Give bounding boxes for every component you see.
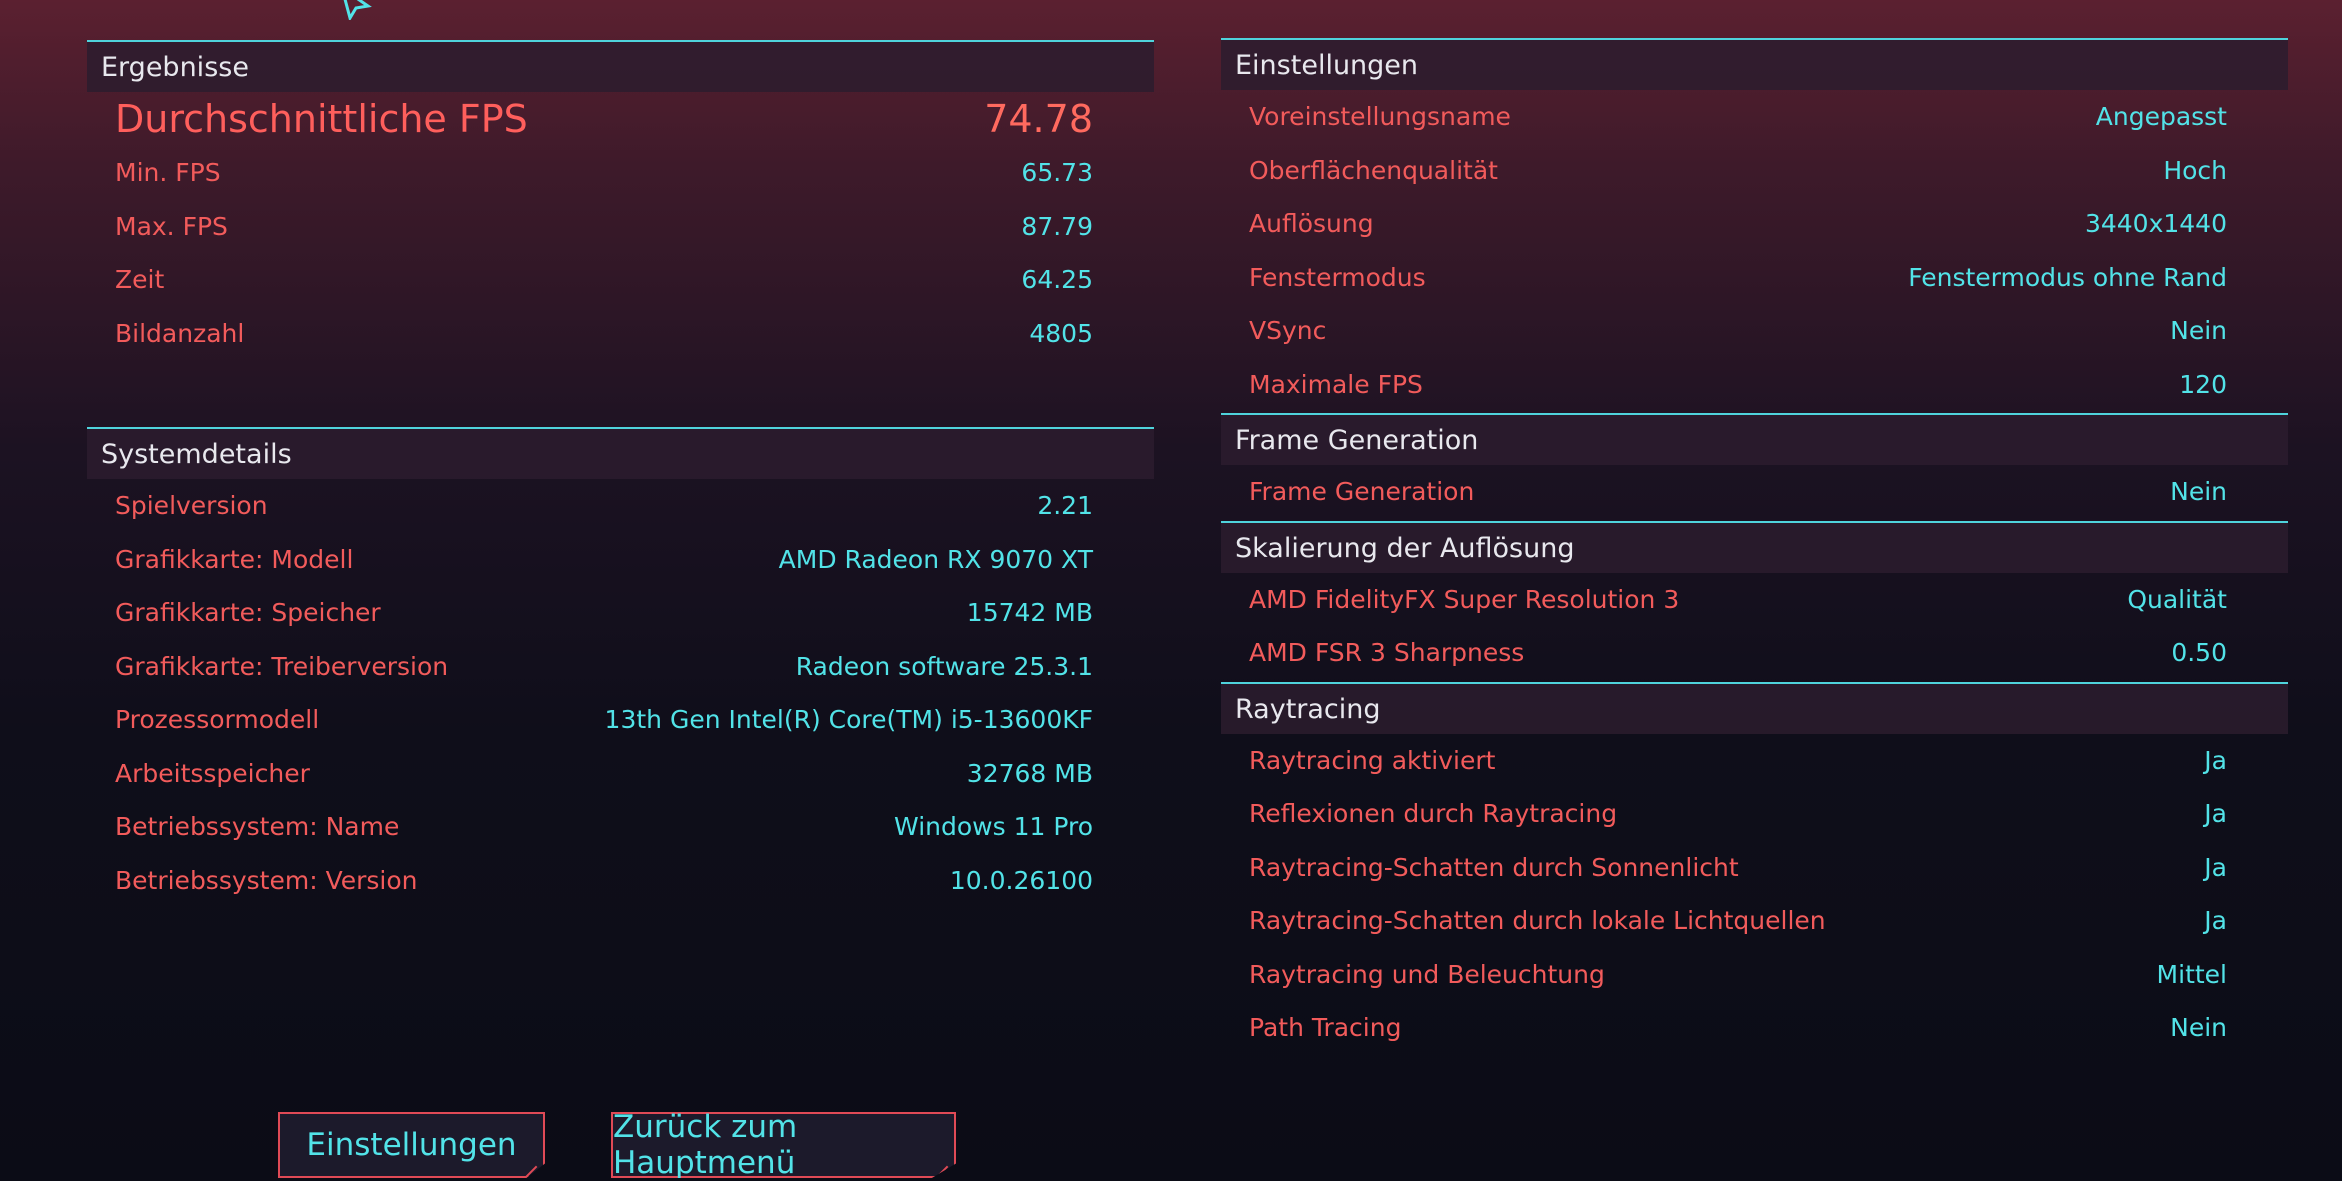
settings-row-preset: Voreinstellungsname Angepasst xyxy=(1221,90,2288,144)
settings-value: Nein xyxy=(2170,316,2227,346)
result-row-time: Zeit 64.25 xyxy=(87,253,1154,307)
settings-value: Ja xyxy=(2204,799,2227,829)
result-row-frame-count: Bildanzahl 4805 xyxy=(87,307,1154,361)
settings-value: Nein xyxy=(2170,1013,2227,1043)
system-label: Betriebssystem: Version xyxy=(115,865,418,895)
system-value: 2.21 xyxy=(1037,491,1093,521)
settings-label: AMD FidelityFX Super Resolution 3 xyxy=(1249,584,1680,614)
raytracing-row-reflections: Reflexionen durch Raytracing Ja xyxy=(1221,787,2288,841)
settings-label: Maximale FPS xyxy=(1249,369,1423,399)
result-value: 4805 xyxy=(1029,318,1093,348)
result-value: 64.25 xyxy=(1021,265,1093,295)
avg-fps-label: Durchschnittliche FPS xyxy=(115,97,528,141)
result-value: 65.73 xyxy=(1021,158,1093,188)
system-label: Grafikkarte: Speicher xyxy=(115,598,381,628)
scaling-row-fsr3-sharpness: AMD FSR 3 Sharpness 0.50 xyxy=(1221,626,2288,680)
system-row-os-version: Betriebssystem: Version 10.0.26100 xyxy=(87,854,1154,908)
system-value: 32768 MB xyxy=(966,758,1093,788)
settings-label: Raytracing und Beleuchtung xyxy=(1249,959,1605,989)
settings-value: 120 xyxy=(2179,369,2227,399)
system-label: Spielversion xyxy=(115,491,268,521)
results-panel: Ergebnisse Durchschnittliche FPS 74.78 M… xyxy=(87,40,1154,360)
settings-label: Path Tracing xyxy=(1249,1013,1402,1043)
raytracing-row-lighting: Raytracing und Beleuchtung Mittel xyxy=(1221,948,2288,1002)
system-row-gpu-model: Grafikkarte: Modell AMD Radeon RX 9070 X… xyxy=(87,533,1154,587)
settings-panel: Einstellungen Voreinstellungsname Angepa… xyxy=(1221,38,2288,1055)
back-to-main-menu-button[interactable]: Zurück zum Hauptmenü xyxy=(611,1112,956,1178)
system-value: 13th Gen Intel(R) Core(TM) i5-13600KF xyxy=(604,705,1093,735)
settings-label: VSync xyxy=(1249,316,1327,346)
settings-value: 0.50 xyxy=(2171,638,2227,668)
avg-fps-value: 74.78 xyxy=(984,97,1093,141)
system-value: Windows 11 Pro xyxy=(894,812,1093,842)
system-row-game-version: Spielversion 2.21 xyxy=(87,479,1154,533)
system-details-header: Systemdetails xyxy=(87,427,1154,479)
settings-label: Reflexionen durch Raytracing xyxy=(1249,799,1618,829)
system-row-cpu-model: Prozessormodell 13th Gen Intel(R) Core(T… xyxy=(87,693,1154,747)
settings-value: Nein xyxy=(2170,477,2227,507)
system-label: Arbeitsspeicher xyxy=(115,758,310,788)
settings-label: AMD FSR 3 Sharpness xyxy=(1249,638,1525,668)
system-row-os-name: Betriebssystem: Name Windows 11 Pro xyxy=(87,800,1154,854)
settings-value: Ja xyxy=(2204,745,2227,775)
result-value: 87.79 xyxy=(1021,211,1093,241)
settings-row-vsync: VSync Nein xyxy=(1221,304,2288,358)
settings-label: Fenstermodus xyxy=(1249,262,1426,292)
raytracing-row-enabled: Raytracing aktiviert Ja xyxy=(1221,734,2288,788)
system-row-gpu-driver: Grafikkarte: Treiberversion Radeon softw… xyxy=(87,640,1154,694)
settings-value: Qualität xyxy=(2127,584,2227,614)
scaling-row-fsr3: AMD FidelityFX Super Resolution 3 Qualit… xyxy=(1221,573,2288,627)
settings-button[interactable]: Einstellungen xyxy=(278,1112,545,1178)
raytracing-header: Raytracing xyxy=(1221,681,2288,734)
settings-label: Raytracing-Schatten durch lokale Lichtqu… xyxy=(1249,906,1826,936)
settings-header: Einstellungen xyxy=(1221,38,2288,90)
settings-label: Raytracing-Schatten durch Sonnenlicht xyxy=(1249,852,1739,882)
raytracing-row-local-shadows: Raytracing-Schatten durch lokale Lichtqu… xyxy=(1221,894,2288,948)
settings-label: Raytracing aktiviert xyxy=(1249,745,1496,775)
result-label: Min. FPS xyxy=(115,158,221,188)
result-label: Max. FPS xyxy=(115,211,228,241)
settings-row-window-mode: Fenstermodus Fenstermodus ohne Rand xyxy=(1221,251,2288,305)
system-label: Prozessormodell xyxy=(115,705,320,735)
settings-row-resolution: Auflösung 3440x1440 xyxy=(1221,197,2288,251)
settings-row-max-fps: Maximale FPS 120 xyxy=(1221,358,2288,412)
system-row-ram: Arbeitsspeicher 32768 MB xyxy=(87,747,1154,801)
results-header: Ergebnisse xyxy=(87,40,1154,92)
settings-value: Fenstermodus ohne Rand xyxy=(1908,262,2227,292)
system-label: Betriebssystem: Name xyxy=(115,812,400,842)
cursor-arrow-icon xyxy=(343,0,372,20)
system-value: AMD Radeon RX 9070 XT xyxy=(778,544,1093,574)
system-label: Grafikkarte: Treiberversion xyxy=(115,651,449,681)
system-row-gpu-memory: Grafikkarte: Speicher 15742 MB xyxy=(87,586,1154,640)
result-label: Zeit xyxy=(115,265,165,295)
settings-row-texture-quality: Oberflächenqualität Hoch xyxy=(1221,144,2288,198)
settings-label: Auflösung xyxy=(1249,209,1374,239)
system-value: 10.0.26100 xyxy=(949,865,1093,895)
settings-value: Hoch xyxy=(2163,155,2227,185)
result-row-min-fps: Min. FPS 65.73 xyxy=(87,146,1154,200)
settings-label: Voreinstellungsname xyxy=(1249,102,1511,132)
raytracing-row-path-tracing: Path Tracing Nein xyxy=(1221,1001,2288,1055)
settings-label: Frame Generation xyxy=(1249,477,1475,507)
avg-fps-row: Durchschnittliche FPS 74.78 xyxy=(87,92,1154,146)
system-label: Grafikkarte: Modell xyxy=(115,544,354,574)
settings-value: Mittel xyxy=(2156,959,2227,989)
settings-value: 3440x1440 xyxy=(2084,209,2227,239)
result-row-max-fps: Max. FPS 87.79 xyxy=(87,200,1154,254)
result-label: Bildanzahl xyxy=(115,318,245,348)
system-details-panel: Systemdetails Spielversion 2.21 Grafikka… xyxy=(87,427,1154,907)
system-value: Radeon software 25.3.1 xyxy=(795,651,1093,681)
system-value: 15742 MB xyxy=(966,598,1093,628)
settings-label: Oberflächenqualität xyxy=(1249,155,1498,185)
frame-generation-row: Frame Generation Nein xyxy=(1221,465,2288,519)
frame-generation-header: Frame Generation xyxy=(1221,413,2288,465)
settings-value: Ja xyxy=(2204,852,2227,882)
settings-value: Angepasst xyxy=(2095,102,2227,132)
scaling-header: Skalierung der Auflösung xyxy=(1221,520,2288,573)
settings-value: Ja xyxy=(2204,906,2227,936)
raytracing-row-sun-shadows: Raytracing-Schatten durch Sonnenlicht Ja xyxy=(1221,841,2288,895)
